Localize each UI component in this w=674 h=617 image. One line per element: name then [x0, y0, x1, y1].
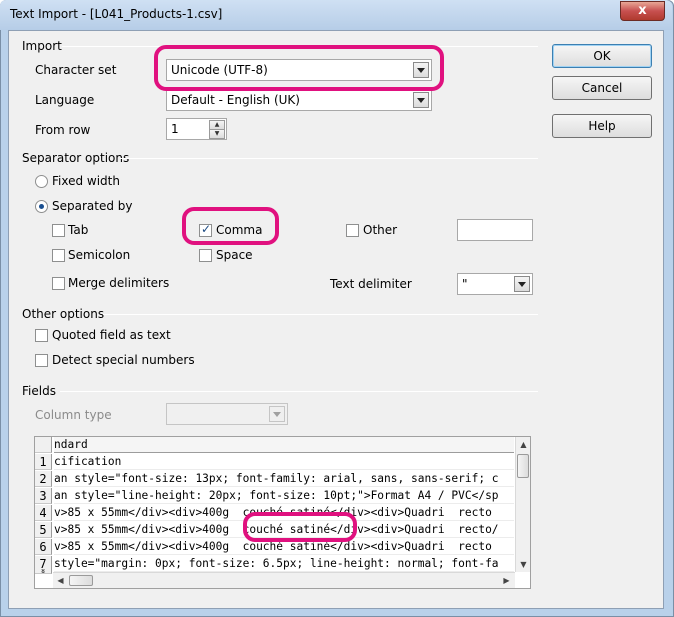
scroll-down-icon[interactable]: ▼ [516, 557, 530, 572]
semicolon-checkbox[interactable] [52, 249, 65, 262]
other-checkbox[interactable] [346, 224, 359, 237]
space-checkbox[interactable] [199, 249, 212, 262]
space-label[interactable]: Space [216, 248, 253, 262]
fixed-width-label[interactable]: Fixed width [52, 174, 120, 188]
row-number: 4 [35, 505, 52, 521]
table-row: 2 an style="font-size: 13px; font-family… [35, 471, 515, 487]
row-number: 1 [35, 454, 52, 470]
row-number: 3 [35, 488, 52, 504]
spin-down-icon[interactable]: ▼ [209, 129, 225, 139]
from-row-value: 1 [171, 122, 179, 136]
window-title: Text Import - [L041_Products-1.csv] [10, 7, 223, 21]
chevron-down-icon[interactable] [269, 406, 285, 422]
other-separator-input[interactable] [457, 219, 533, 241]
row-number: 2 [35, 471, 52, 487]
ok-button[interactable]: OK [552, 44, 652, 68]
chevron-down-icon[interactable] [413, 92, 429, 108]
import-group-label: Import [22, 39, 62, 53]
chevron-down-icon[interactable] [514, 276, 530, 292]
corner-cell [35, 437, 52, 453]
row-number: 5 [35, 522, 52, 538]
row-number: 8 [35, 569, 52, 574]
grid-header-row: ndard [35, 437, 515, 453]
quoted-field-label[interactable]: Quoted field as text [52, 328, 171, 342]
table-row: 1 cification [35, 454, 515, 470]
other-options-divider [103, 314, 538, 315]
character-set-label: Character set [35, 63, 117, 77]
table-cell: an style="line-height: 20px; font-size: … [54, 488, 514, 504]
row-number: 6 [35, 539, 52, 555]
vertical-scrollbar[interactable]: ▲ ▼ [515, 437, 530, 572]
close-button[interactable]: x [620, 1, 665, 21]
language-label: Language [35, 93, 95, 107]
from-row-label: From row [35, 123, 91, 137]
semicolon-label[interactable]: Semicolon [68, 248, 130, 262]
vertical-scroll-thumb[interactable] [517, 454, 529, 478]
table-row: 3 an style="line-height: 20px; font-size… [35, 488, 515, 504]
detect-special-checkbox[interactable] [35, 354, 48, 367]
preview-text-highlight [243, 512, 357, 542]
column-header[interactable]: ndard [54, 437, 514, 453]
text-delimiter-value: " [462, 277, 468, 291]
scroll-left-icon[interactable]: ◀ [53, 573, 68, 588]
scroll-up-icon[interactable]: ▲ [516, 437, 530, 452]
title-bar[interactable]: Text Import - [L041_Products-1.csv] [0, 0, 672, 30]
fixed-width-radio[interactable] [35, 175, 48, 188]
text-delimiter-select[interactable]: " [457, 273, 533, 295]
detect-special-label[interactable]: Detect special numbers [52, 353, 195, 367]
help-button[interactable]: Help [552, 114, 652, 138]
other-label[interactable]: Other [363, 223, 397, 237]
text-delimiter-label: Text delimiter [330, 277, 412, 291]
separated-by-label[interactable]: Separated by [52, 199, 133, 213]
separated-by-radio[interactable] [35, 200, 48, 213]
other-options-label: Other options [22, 307, 105, 321]
tab-checkbox[interactable] [52, 224, 65, 237]
fields-divider [60, 391, 538, 392]
merge-delimiters-label[interactable]: Merge delimiters [68, 276, 169, 290]
column-type-select[interactable] [166, 403, 288, 425]
column-type-label: Column type [35, 408, 112, 422]
cancel-button[interactable]: Cancel [552, 76, 652, 100]
language-value: Default - English (UK) [171, 93, 300, 107]
quoted-field-checkbox[interactable] [35, 329, 48, 342]
table-cell: cification [54, 454, 514, 470]
scroll-right-icon[interactable]: ▶ [499, 573, 514, 588]
character-set-highlight [154, 45, 444, 91]
separator-divider [120, 158, 538, 159]
tab-label[interactable]: Tab [68, 223, 88, 237]
horizontal-scrollbar[interactable]: ◀ ▶ [53, 572, 515, 588]
language-select[interactable]: Default - English (UK) [166, 89, 432, 111]
horizontal-scroll-thumb[interactable] [69, 575, 93, 586]
fields-group-label: Fields [22, 384, 56, 398]
from-row-input[interactable]: 1 ▲ ▼ [166, 118, 227, 140]
merge-delimiters-checkbox[interactable] [52, 277, 65, 290]
separator-options-label: Separator options [22, 151, 130, 165]
table-cell: an style="font-size: 13px; font-family: … [54, 471, 514, 487]
comma-highlight [182, 207, 279, 245]
